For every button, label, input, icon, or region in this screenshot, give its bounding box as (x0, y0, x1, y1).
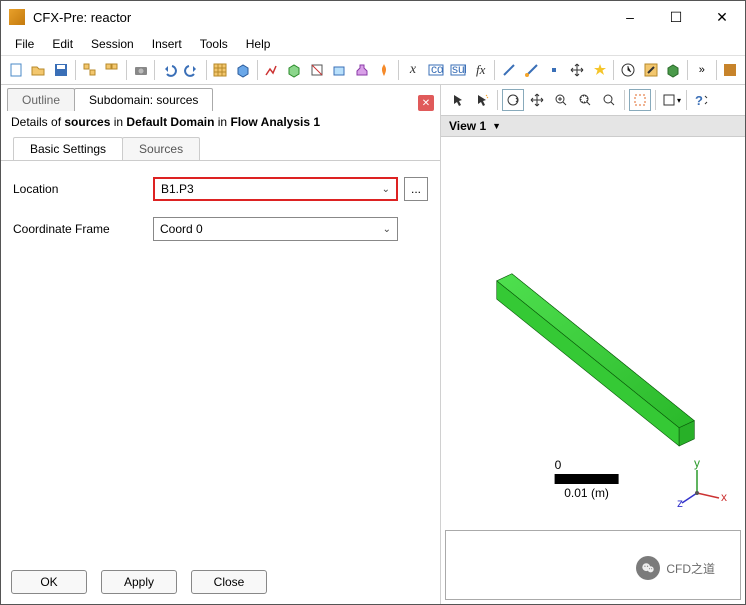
viewport-pane: ▾ ? View 1 ▼ (441, 85, 745, 604)
tab-close-icon[interactable]: ✕ (418, 95, 434, 111)
menu-tools[interactable]: Tools (192, 35, 236, 53)
move-tool-icon[interactable] (566, 59, 588, 81)
write-icon[interactable] (640, 59, 662, 81)
tab-subdomain[interactable]: Subdomain: sources (74, 88, 213, 111)
domain-icon[interactable] (283, 59, 305, 81)
chevron-down-icon: ⌄ (383, 224, 391, 235)
ok-button[interactable]: OK (11, 570, 87, 594)
svg-text:y: y (694, 458, 700, 470)
mesh-icon[interactable] (210, 59, 232, 81)
svg-text:z: z (677, 496, 683, 508)
boundary-icon[interactable] (306, 59, 328, 81)
star-tool-icon[interactable] (589, 59, 611, 81)
svg-text:x: x (721, 490, 727, 504)
new-icon[interactable] (5, 59, 27, 81)
subtab-basic-settings[interactable]: Basic Settings (13, 137, 123, 160)
open-icon[interactable] (28, 59, 50, 81)
viewport-toolbar: ▾ ? (441, 85, 745, 115)
zoom-box-icon[interactable] (574, 89, 596, 111)
minimize-button[interactable]: – (607, 1, 653, 33)
palette-icon[interactable] (720, 59, 742, 81)
view-label: View 1 (449, 119, 486, 133)
view-bar[interactable]: View 1 ▼ (441, 115, 745, 137)
subtab-sources[interactable]: Sources (122, 137, 200, 160)
expression-icon[interactable]: x (402, 59, 424, 81)
box-icon[interactable] (232, 59, 254, 81)
location-browse-button[interactable]: ... (404, 177, 428, 201)
main-toolbar: x cα sub fx » (1, 55, 745, 85)
save-icon[interactable] (50, 59, 72, 81)
menu-edit[interactable]: Edit (44, 35, 81, 53)
view-dropdown-icon: ▼ (492, 121, 501, 131)
message-box[interactable] (445, 530, 741, 600)
material-icon[interactable] (351, 59, 373, 81)
reaction-icon[interactable] (374, 59, 396, 81)
function-icon[interactable]: fx (470, 59, 492, 81)
toolbar-overflow[interactable]: » (691, 59, 713, 81)
app-icon (9, 9, 25, 25)
scale-bar: 0 0.01 (m) (555, 458, 619, 500)
pan-icon[interactable] (526, 89, 548, 111)
reactor-geometry (497, 274, 695, 446)
menu-file[interactable]: File (7, 35, 42, 53)
coord-frame-combo[interactable]: Coord 0 ⌄ (153, 217, 398, 241)
cursor-icon[interactable] (447, 89, 469, 111)
analysis-icon[interactable] (261, 59, 283, 81)
menu-bar: File Edit Session Insert Tools Help (1, 33, 745, 55)
details-line: Details of sources in Default Domain in … (1, 111, 440, 133)
close-window-button[interactable]: ✕ (699, 1, 745, 33)
chevron-down-icon: ⌄ (382, 184, 390, 195)
location-combo[interactable]: B1.P3 ⌄ (153, 177, 398, 201)
point-tool-icon[interactable] (544, 59, 566, 81)
rotate-icon[interactable] (502, 89, 524, 111)
axis-triad: y x z (677, 458, 727, 508)
menu-session[interactable]: Session (83, 35, 142, 53)
close-button[interactable]: Close (191, 570, 267, 594)
menu-help[interactable]: Help (238, 35, 279, 53)
tree-expand-icon[interactable] (79, 59, 101, 81)
svg-text:sub: sub (452, 62, 466, 76)
clock-icon[interactable] (617, 59, 639, 81)
edge-tool-icon[interactable] (521, 59, 543, 81)
region-icon[interactable] (328, 59, 350, 81)
location-value: B1.P3 (161, 182, 194, 196)
select-mode-icon[interactable] (629, 89, 651, 111)
sub-icon[interactable]: sub (447, 59, 469, 81)
menu-insert[interactable]: Insert (144, 35, 190, 53)
undo-icon[interactable] (158, 59, 180, 81)
coord-frame-value: Coord 0 (160, 222, 203, 236)
coord-frame-label: Coordinate Frame (13, 222, 153, 236)
fit-icon[interactable] (598, 89, 620, 111)
redo-icon[interactable] (181, 59, 203, 81)
solver-icon[interactable] (662, 59, 684, 81)
svg-text:cα: cα (431, 62, 444, 76)
zoom-in-icon[interactable] (550, 89, 572, 111)
title-bar: CFX-Pre: reactor – ☐ ✕ (1, 1, 745, 33)
location-label: Location (13, 182, 153, 196)
help-icon[interactable]: ? (691, 89, 713, 111)
line-tool-icon[interactable] (498, 59, 520, 81)
cel-icon[interactable]: cα (425, 59, 447, 81)
shading-icon[interactable]: ▾ (660, 89, 682, 111)
tree-collapse-icon[interactable] (101, 59, 123, 81)
apply-button[interactable]: Apply (101, 570, 177, 594)
window-title: CFX-Pre: reactor (33, 10, 607, 25)
viewport-canvas[interactable]: 0 0.01 (m) y x z (441, 137, 745, 526)
tab-outline[interactable]: Outline (7, 88, 75, 111)
star-cursor-icon[interactable] (471, 89, 493, 111)
camera-icon[interactable] (130, 59, 152, 81)
maximize-button[interactable]: ☐ (653, 1, 699, 33)
properties-pane: Outline Subdomain: sources ✕ Details of … (1, 85, 441, 604)
